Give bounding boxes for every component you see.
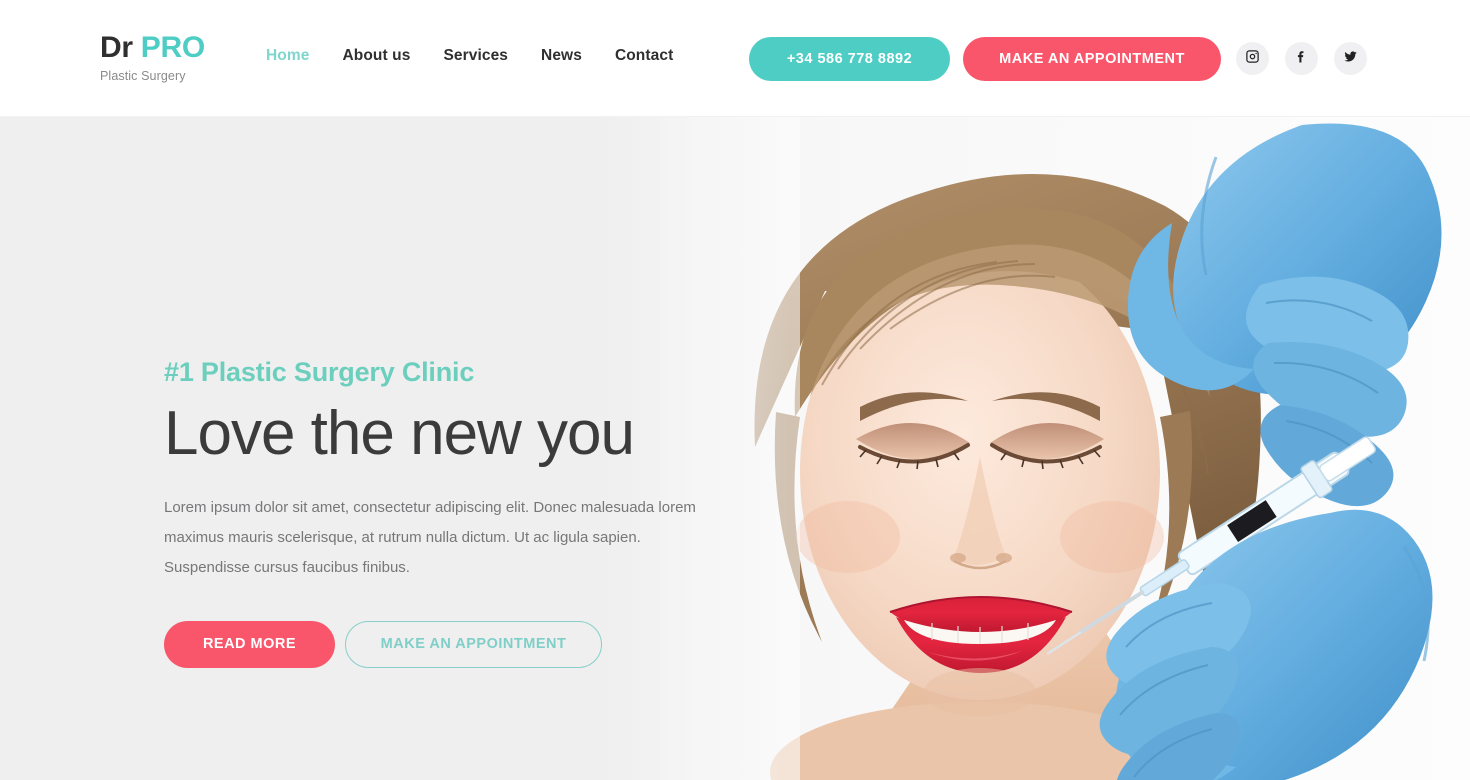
header-actions: +34 586 778 8892 MAKE AN APPOINTMENT: [749, 37, 1221, 81]
site-header: Dr PRO Plastic Surgery Home About us Ser…: [0, 0, 1470, 117]
brand-title: Dr PRO: [100, 33, 205, 63]
read-more-button[interactable]: READ MORE: [164, 620, 335, 668]
nav-item-services[interactable]: Services: [443, 47, 541, 65]
hero-section: #1 Plastic Surgery Clinic Love the new y…: [0, 117, 1470, 780]
hero-buttons: READ MORE MAKE AN APPOINTMENT: [164, 620, 724, 668]
header-appointment-button[interactable]: MAKE AN APPOINTMENT: [963, 37, 1221, 81]
phone-button[interactable]: +34 586 778 8892: [749, 37, 950, 81]
hero-appointment-button[interactable]: MAKE AN APPOINTMENT: [345, 620, 602, 668]
hero-title: Love the new you: [164, 399, 635, 468]
page-root: Dr PRO Plastic Surgery Home About us Ser…: [0, 0, 1470, 780]
facebook-link[interactable]: [1285, 42, 1318, 75]
nav-item-news[interactable]: News: [541, 47, 615, 65]
instagram-icon: [1245, 49, 1260, 69]
twitter-link[interactable]: [1334, 42, 1367, 75]
hero-paragraph: Lorem ipsum dolor sit amet, consectetur …: [164, 498, 696, 576]
hero-eyebrow: #1 Plastic Surgery Clinic: [164, 357, 475, 387]
hero-content: #1 Plastic Surgery Clinic Love the new y…: [164, 357, 724, 668]
facebook-icon: [1294, 49, 1309, 69]
twitter-icon: [1343, 49, 1358, 69]
nav-item-contact[interactable]: Contact: [615, 47, 706, 65]
brand-name-primary: Dr: [100, 31, 133, 64]
main-navigation: Home About us Services News Contact: [266, 47, 706, 65]
nav-item-about-us[interactable]: About us: [342, 47, 443, 65]
brand-logo[interactable]: Dr PRO Plastic Surgery: [100, 33, 205, 83]
brand-subtitle: Plastic Surgery: [100, 69, 186, 83]
social-links: [1236, 42, 1367, 75]
instagram-link[interactable]: [1236, 42, 1269, 75]
brand-name-accent: PRO: [140, 31, 205, 64]
nav-item-home[interactable]: Home: [266, 47, 342, 65]
